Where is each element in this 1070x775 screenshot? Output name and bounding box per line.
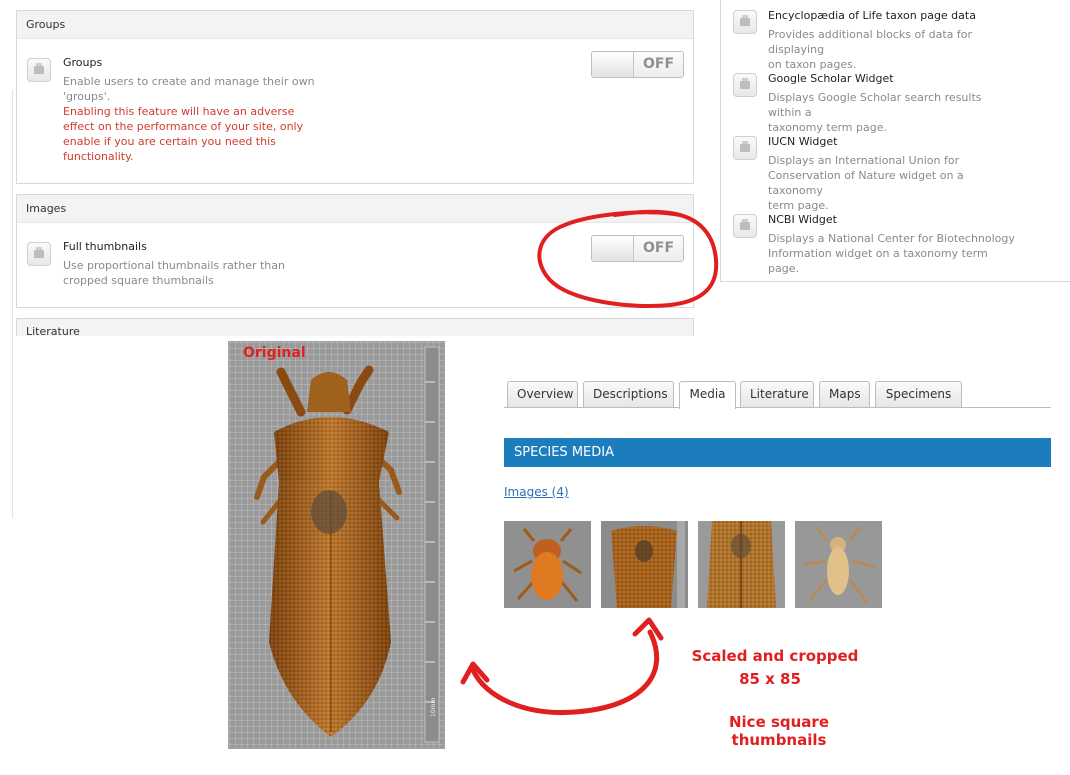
feature-description-full-thumbnails: Use proportional thumbnails rather than …: [63, 258, 285, 288]
module-description-eol: Provides additional blocks of data for d…: [768, 27, 1018, 72]
module-icon: [27, 58, 51, 82]
description-line: Conservation of Nature widget on a taxon…: [768, 169, 964, 197]
thumbnail-image: [601, 521, 688, 608]
tab-literature[interactable]: Literature: [740, 381, 814, 407]
module-description-ncbi: Displays a National Center for Biotechno…: [768, 231, 1018, 276]
tab-descriptions[interactable]: Descriptions: [583, 381, 674, 407]
tab-overview[interactable]: Overview: [507, 381, 578, 407]
feature-title-full-thumbnails: Full thumbnails: [63, 240, 147, 253]
module-icon: [733, 10, 757, 34]
original-specimen-image: 10mm: [228, 341, 445, 749]
warning-line: effect on the performance of your site, …: [63, 120, 304, 133]
module-icon: [733, 136, 757, 160]
module-icon: [733, 214, 757, 238]
insect-illustration: 10mm: [254, 346, 440, 743]
toggle-state: OFF: [642, 56, 675, 72]
description-line: taxonomy term page.: [768, 121, 887, 134]
thumbnail-image: [795, 521, 882, 608]
description-line: on taxon pages.: [768, 58, 857, 71]
species-media-header: SPECIES MEDIA: [504, 438, 1051, 467]
module-title-iucn: IUCN Widget: [768, 135, 838, 148]
description-line: Information widget on a taxonomy term pa…: [768, 247, 988, 275]
module-title-ncbi: NCBI Widget: [768, 213, 837, 226]
toggle-knob: [592, 52, 634, 77]
description-line: 'groups'.: [63, 90, 111, 103]
images-link[interactable]: Images (4): [504, 485, 569, 499]
media-thumbnail[interactable]: [601, 521, 688, 608]
description-line: Displays a National Center for Biotechno…: [768, 232, 1015, 245]
tab-media[interactable]: Media: [679, 381, 736, 409]
original-label: Original: [243, 345, 306, 361]
annotation-scaled-cropped: Scaled and cropped: [691, 647, 859, 665]
module-title-google-scholar: Google Scholar Widget: [768, 72, 894, 85]
groups-panel-header: Groups: [17, 11, 693, 39]
module-description-iucn: Displays an International Union for Cons…: [768, 153, 1018, 213]
groups-panel: Groups Groups Enable users to create and…: [16, 10, 694, 184]
description-line: term page.: [768, 199, 829, 212]
feature-title-groups: Groups: [63, 56, 103, 69]
scale-label: 10mm: [430, 698, 437, 717]
red-circle-annotation: [537, 209, 719, 308]
thumbnail-image: [504, 521, 591, 608]
media-thumbnail[interactable]: [795, 521, 882, 608]
description-line: Provides additional blocks of data for d…: [768, 28, 973, 56]
curved-arrow-annotation: [460, 617, 664, 716]
warning-line: functionality.: [63, 150, 134, 163]
feature-description-groups: Enable users to create and manage their …: [63, 74, 315, 104]
performance-warning: Enabling this feature will have an adver…: [63, 104, 303, 164]
tab-maps[interactable]: Maps: [819, 381, 870, 407]
tab-specimens[interactable]: Specimens: [875, 381, 962, 407]
module-description-google-scholar: Displays Google Scholar search results w…: [768, 90, 1018, 135]
tabs-underline: [504, 407, 1051, 408]
annotation-nice-square: Nice square thumbnails: [728, 713, 830, 749]
groups-toggle[interactable]: OFF: [591, 51, 684, 78]
description-line: cropped square thumbnails: [63, 274, 214, 287]
description-line: Displays an International Union for: [768, 154, 960, 167]
left-edge-line: [12, 90, 13, 518]
annotation-size: 85 x 85: [739, 670, 801, 688]
media-thumbnail[interactable]: [504, 521, 591, 608]
module-icon: [733, 73, 757, 97]
description-line: Use proportional thumbnails rather than: [63, 259, 285, 272]
modules-right-column: Encyclopædia of Life taxon page data Pro…: [720, 0, 1070, 282]
description-line: Enable users to create and manage their …: [63, 75, 315, 88]
module-title-eol: Encyclopædia of Life taxon page data: [768, 9, 976, 22]
warning-line: enable if you are certain you need this: [63, 135, 276, 148]
media-thumbnail[interactable]: [698, 521, 785, 608]
description-line: Displays Google Scholar search results w…: [768, 91, 982, 119]
thumbnail-image: [698, 521, 785, 608]
module-icon: [27, 242, 51, 266]
warning-line: Enabling this feature will have an adver…: [63, 105, 295, 118]
